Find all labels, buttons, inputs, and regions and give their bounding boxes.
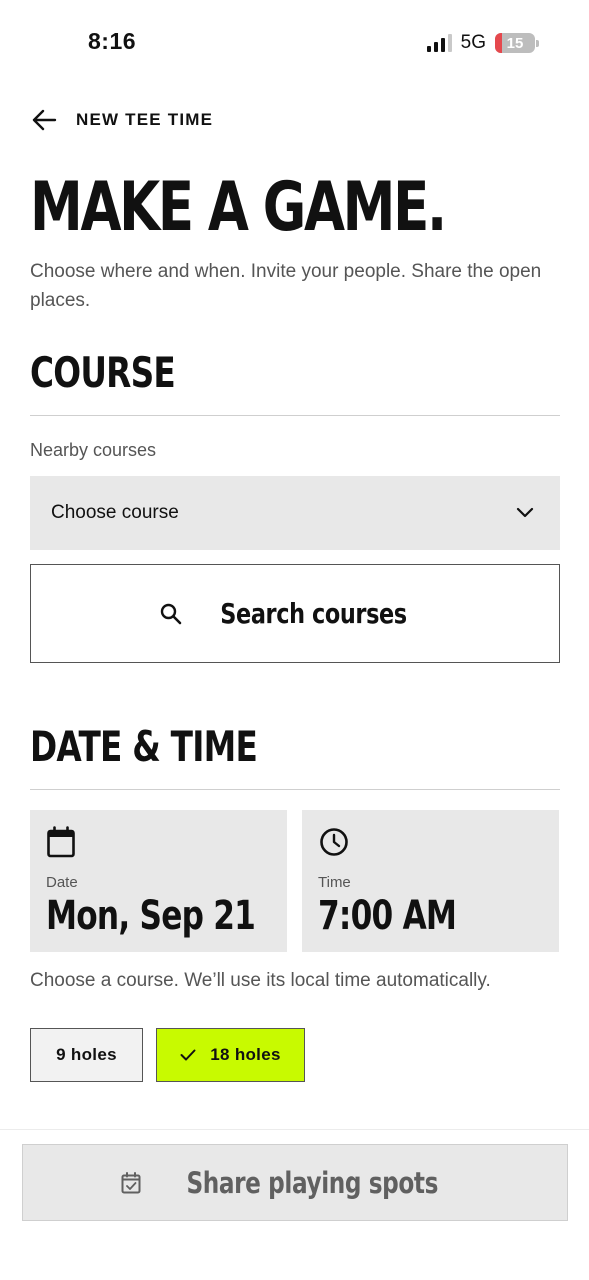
- network-type: 5G: [460, 32, 486, 53]
- time-picker[interactable]: Time 7:00 AM: [302, 810, 559, 952]
- chevron-down-icon: [516, 507, 534, 518]
- time-value: 7:00 AM: [318, 893, 457, 939]
- section-title-date-time: DATE & TIME: [30, 722, 258, 771]
- back-button[interactable]: [30, 104, 58, 136]
- holes-option-label: 9 holes: [56, 1045, 117, 1064]
- holes-option-label: 18 holes: [210, 1045, 281, 1064]
- search-icon: [159, 602, 183, 626]
- search-courses-label: Search courses: [220, 597, 408, 630]
- calendar-icon: [46, 826, 271, 860]
- battery-icon: 15: [495, 33, 539, 53]
- nearby-courses-label: Nearby courses: [30, 440, 157, 460]
- section-title-course: COURSE: [30, 348, 176, 397]
- clock-icon: [318, 826, 543, 860]
- time-hint: Choose a course. We’ll use its local tim…: [30, 970, 491, 991]
- signal-icon: [426, 34, 452, 52]
- check-icon: [180, 1049, 196, 1061]
- status-indicators: 5G 15: [426, 32, 539, 54]
- divider: [30, 415, 560, 416]
- status-bar: 8:16 5G 15: [0, 0, 589, 90]
- top-nav: NEW TEE TIME: [30, 104, 213, 136]
- date-value: Mon, Sep 21: [46, 893, 256, 939]
- share-playing-spots-button[interactable]: Share playing spots: [22, 1144, 568, 1221]
- date-picker[interactable]: Date Mon, Sep 21: [30, 810, 287, 952]
- page-subtitle: Choose where and when. Invite your peopl…: [30, 261, 542, 311]
- calendar-check-icon: [121, 1171, 141, 1194]
- time-label: Time: [318, 874, 351, 891]
- nav-title: NEW TEE TIME: [76, 110, 214, 129]
- course-select-value: Choose course: [51, 502, 179, 523]
- divider: [30, 789, 560, 790]
- status-time: 8:16: [88, 28, 137, 54]
- course-select[interactable]: Choose course: [30, 476, 560, 550]
- date-label: Date: [46, 874, 78, 891]
- holes-option-18[interactable]: 18 holes: [156, 1028, 305, 1082]
- battery-level: 15: [506, 34, 524, 52]
- arrow-left-icon: [32, 109, 57, 131]
- footer-divider: [0, 1129, 589, 1130]
- share-playing-spots-label: Share playing spots: [186, 1165, 438, 1200]
- search-courses-button[interactable]: Search courses: [30, 564, 560, 663]
- page-title: MAKE A GAME.: [30, 168, 447, 247]
- holes-option-9[interactable]: 9 holes: [30, 1028, 143, 1082]
